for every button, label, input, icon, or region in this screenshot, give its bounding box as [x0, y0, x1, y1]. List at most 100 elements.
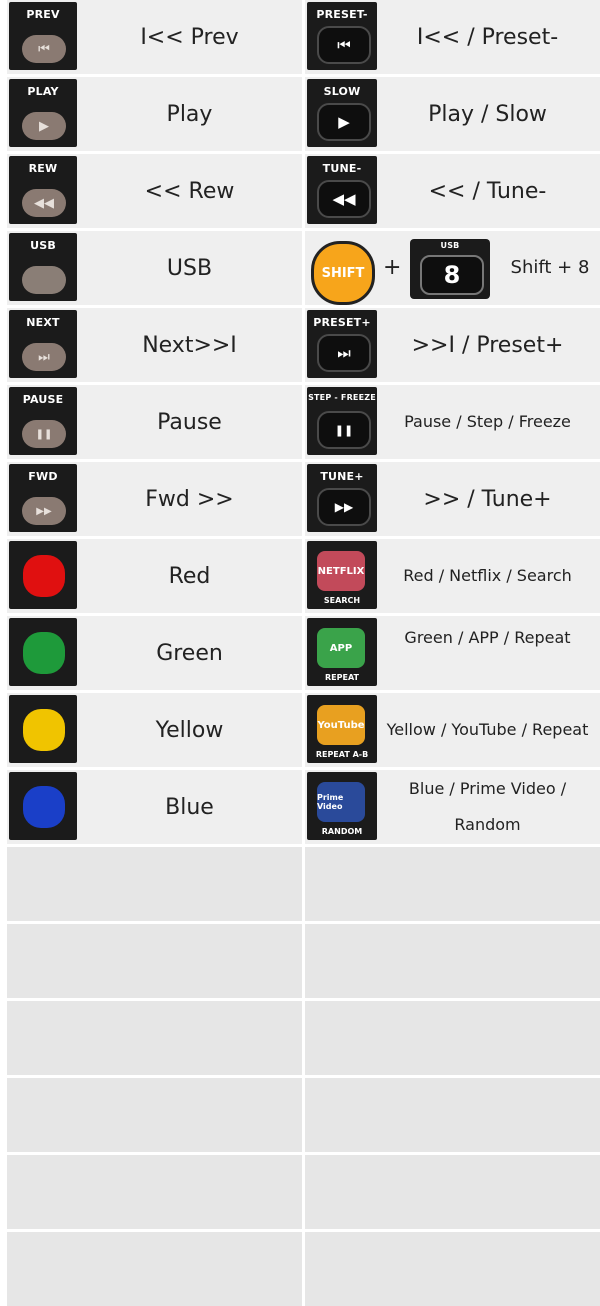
- usb-button-shape: [22, 266, 66, 294]
- empty-cell: [7, 1078, 302, 1152]
- button-caption: PLAY: [27, 85, 59, 98]
- empty-cell: [305, 1001, 600, 1075]
- button-label: Yellow: [155, 717, 224, 743]
- row-6-left: FWD ▶▶ Fwd >>: [7, 462, 302, 536]
- empty-cell: [7, 1155, 302, 1229]
- prev-icon: ⏮: [317, 26, 371, 64]
- row-3-right: SHIFT + USB 8 Shift + 8: [305, 231, 600, 305]
- next-icon: ⏭: [22, 343, 66, 371]
- remote-button-image: REW ◀◀: [9, 156, 77, 224]
- remote-button-image: NEXT ⏭: [9, 310, 77, 378]
- button-subcaption: SEARCH: [323, 596, 361, 605]
- play-icon: ▶: [317, 103, 371, 141]
- remote-button-image: FWD ▶▶: [9, 464, 77, 532]
- remote-button-image: PREV ⏮: [9, 2, 77, 70]
- youtube-button-shape: YouTube: [317, 705, 365, 745]
- empty-cell: [7, 847, 302, 921]
- prev-icon: ⏮: [22, 35, 66, 63]
- row-4-right: PRESET+ ⏭ >>I / Preset+: [305, 308, 600, 382]
- pause-icon: ❚❚: [317, 411, 371, 449]
- button-caption: TUNE-: [322, 162, 362, 175]
- button-caption: SLOW: [323, 85, 361, 98]
- row-10-left: Blue: [7, 770, 302, 844]
- button-label: >>I / Preset+: [411, 332, 564, 358]
- row-5-right: STEP - FREEZE ❚❚ Pause / Step / Freeze: [305, 385, 600, 459]
- row-4-left: NEXT ⏭ Next>>I: [7, 308, 302, 382]
- button-caption: STEP - FREEZE: [308, 393, 376, 402]
- button-label: I<< / Preset-: [416, 24, 559, 50]
- remote-button-image: YouTube REPEAT A-B: [307, 695, 377, 763]
- remote-button-image: NETFLIX SEARCH: [307, 541, 377, 609]
- button-label: Next>>I: [142, 332, 237, 358]
- button-label: Blue / Prime Video / Random: [408, 779, 567, 834]
- empty-cell: [7, 1232, 302, 1306]
- remote-button-image: TUNE- ◀◀: [307, 156, 377, 224]
- remote-button-image: [9, 772, 77, 840]
- remote-button-image: USB: [9, 233, 77, 301]
- row-1-left: PLAY ▶ Play: [7, 77, 302, 151]
- remote-button-image: APP REPEAT: [307, 618, 377, 686]
- button-label: Shift + 8: [510, 257, 590, 278]
- button-label: << Rew: [144, 178, 235, 204]
- button-caption: PREV: [26, 8, 60, 21]
- remote-button-image: STEP - FREEZE ❚❚: [307, 387, 377, 455]
- remote-button-image: TUNE+ ▶▶: [307, 464, 377, 532]
- remote-button-image: SLOW ▶: [307, 79, 377, 147]
- button-label: Yellow / YouTube / Repeat: [386, 720, 589, 739]
- netflix-button-shape: NETFLIX: [317, 551, 365, 591]
- row-1-right: SLOW ▶ Play / Slow: [305, 77, 600, 151]
- red-button-shape: [23, 555, 65, 597]
- row-9-right: YouTube REPEAT A-B Yellow / YouTube / Re…: [305, 693, 600, 767]
- pause-icon: ❚❚: [22, 420, 66, 448]
- button-caption: FWD: [28, 470, 58, 483]
- rewind-icon: ◀◀: [22, 189, 66, 217]
- rewind-icon: ◀◀: [317, 180, 371, 218]
- eight-key: 8: [420, 255, 484, 295]
- button-label: Red / Netflix / Search: [403, 566, 572, 585]
- button-label: Red: [168, 563, 211, 589]
- button-label: Play / Slow: [428, 101, 547, 127]
- button-label: Play: [166, 101, 213, 127]
- row-2-right: TUNE- ◀◀ << / Tune-: [305, 154, 600, 228]
- row-0-right: PRESET- ⏮ I<< / Preset-: [305, 0, 600, 74]
- row-0-left: PREV ⏮ I<< Prev: [7, 0, 302, 74]
- empty-cell: [7, 1001, 302, 1075]
- button-caption: REW: [28, 162, 58, 175]
- button-label: I<< Prev: [140, 24, 239, 50]
- button-subcaption: REPEAT: [325, 673, 359, 682]
- remote-button-image: [9, 695, 77, 763]
- button-label: >> / Tune+: [423, 486, 552, 512]
- empty-cell: [305, 1155, 600, 1229]
- prime-video-button-shape: Prime Video: [317, 782, 365, 822]
- button-label: Blue: [165, 794, 214, 820]
- row-10-right: Prime Video RANDOM Blue / Prime Video / …: [305, 770, 600, 844]
- eight-button-image: USB 8: [410, 239, 490, 299]
- button-caption: USB: [30, 239, 56, 252]
- button-label: Green / APP / Repeat: [404, 628, 571, 647]
- button-caption: PRESET-: [316, 8, 368, 21]
- row-6-right: TUNE+ ▶▶ >> / Tune+: [305, 462, 600, 536]
- remote-button-image: [9, 618, 77, 686]
- empty-cell: [305, 1078, 600, 1152]
- green-button-shape: [23, 632, 65, 674]
- button-caption: PRESET+: [313, 316, 371, 329]
- button-label: USB: [166, 255, 213, 281]
- button-caption: TUNE+: [320, 470, 364, 483]
- button-caption: PAUSE: [22, 393, 64, 406]
- button-mapping-table: PREV ⏮ I<< Prev PRESET- ⏮ I<< / Preset- …: [7, 0, 600, 1306]
- row-7-right: NETFLIX SEARCH Red / Netflix / Search: [305, 539, 600, 613]
- app-button-shape: APP: [317, 628, 365, 668]
- shift-combo: SHIFT + USB 8: [305, 231, 495, 305]
- row-5-left: PAUSE ❚❚ Pause: [7, 385, 302, 459]
- row-9-left: Yellow: [7, 693, 302, 767]
- button-label: << / Tune-: [428, 178, 547, 204]
- plus-sign: +: [383, 255, 402, 280]
- button-caption: NEXT: [26, 316, 60, 329]
- remote-button-image: PAUSE ❚❚: [9, 387, 77, 455]
- empty-cell: [305, 924, 600, 998]
- remote-button-image: [9, 541, 77, 609]
- row-2-left: REW ◀◀ << Rew: [7, 154, 302, 228]
- yellow-button-shape: [23, 709, 65, 751]
- play-icon: ▶: [22, 112, 66, 140]
- button-label: Green: [156, 640, 223, 666]
